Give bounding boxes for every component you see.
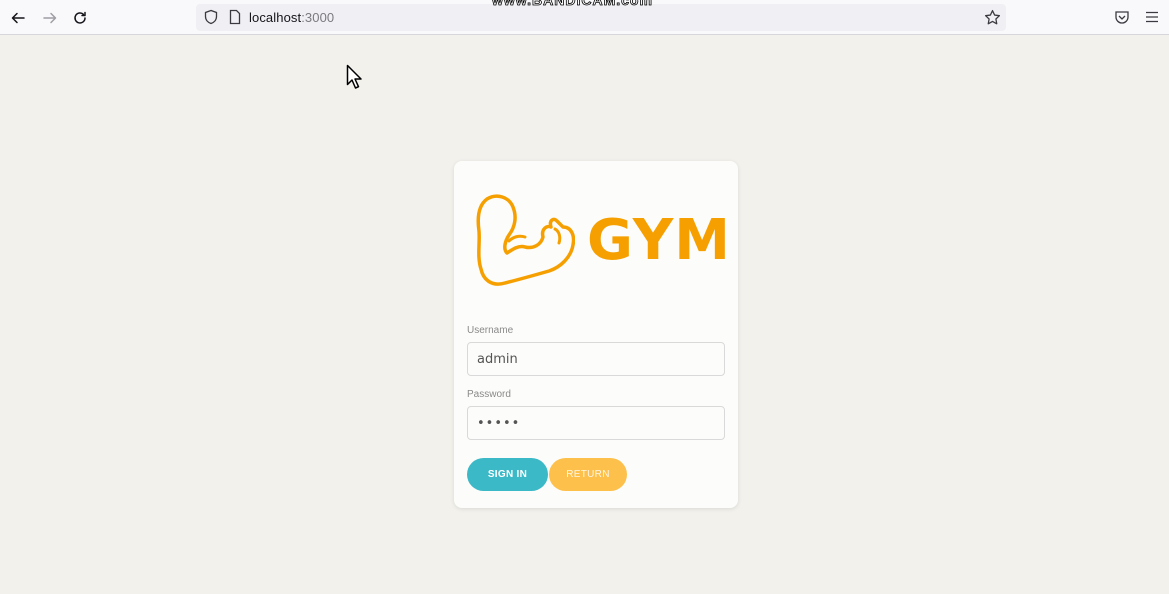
watermark: www.BANDICAM.com <box>492 0 653 8</box>
browser-toolbar: localhost:3000 www.BANDICAM.com <box>0 0 1169 35</box>
forward-arrow-icon[interactable] <box>38 6 62 30</box>
password-label: Password <box>467 389 511 400</box>
password-input[interactable]: ••••• <box>467 406 725 440</box>
url-host: localhost <box>249 10 302 25</box>
reload-icon[interactable] <box>68 6 92 30</box>
page-icon <box>229 9 241 25</box>
sign-in-button[interactable]: SIGN IN <box>467 458 548 491</box>
bookmark-star-icon[interactable] <box>984 9 1001 26</box>
username-input[interactable]: admin <box>467 342 725 376</box>
url-port: :3000 <box>301 10 335 25</box>
username-label: Username <box>467 325 514 336</box>
login-card: GYM Username admin Password ••••• SIGN I… <box>454 161 738 508</box>
hamburger-menu-icon[interactable] <box>1145 10 1159 24</box>
address-bar[interactable]: localhost:3000 <box>196 4 1006 31</box>
back-arrow-icon[interactable] <box>6 6 30 30</box>
logo-text: GYM <box>587 208 732 273</box>
mouse-cursor-icon <box>346 64 362 89</box>
flexed-arm-logo-icon <box>476 194 575 286</box>
shield-icon[interactable] <box>203 9 219 25</box>
url-text[interactable]: localhost:3000 <box>249 10 334 25</box>
pocket-icon[interactable] <box>1114 9 1130 25</box>
return-button[interactable]: RETURN <box>549 458 627 491</box>
